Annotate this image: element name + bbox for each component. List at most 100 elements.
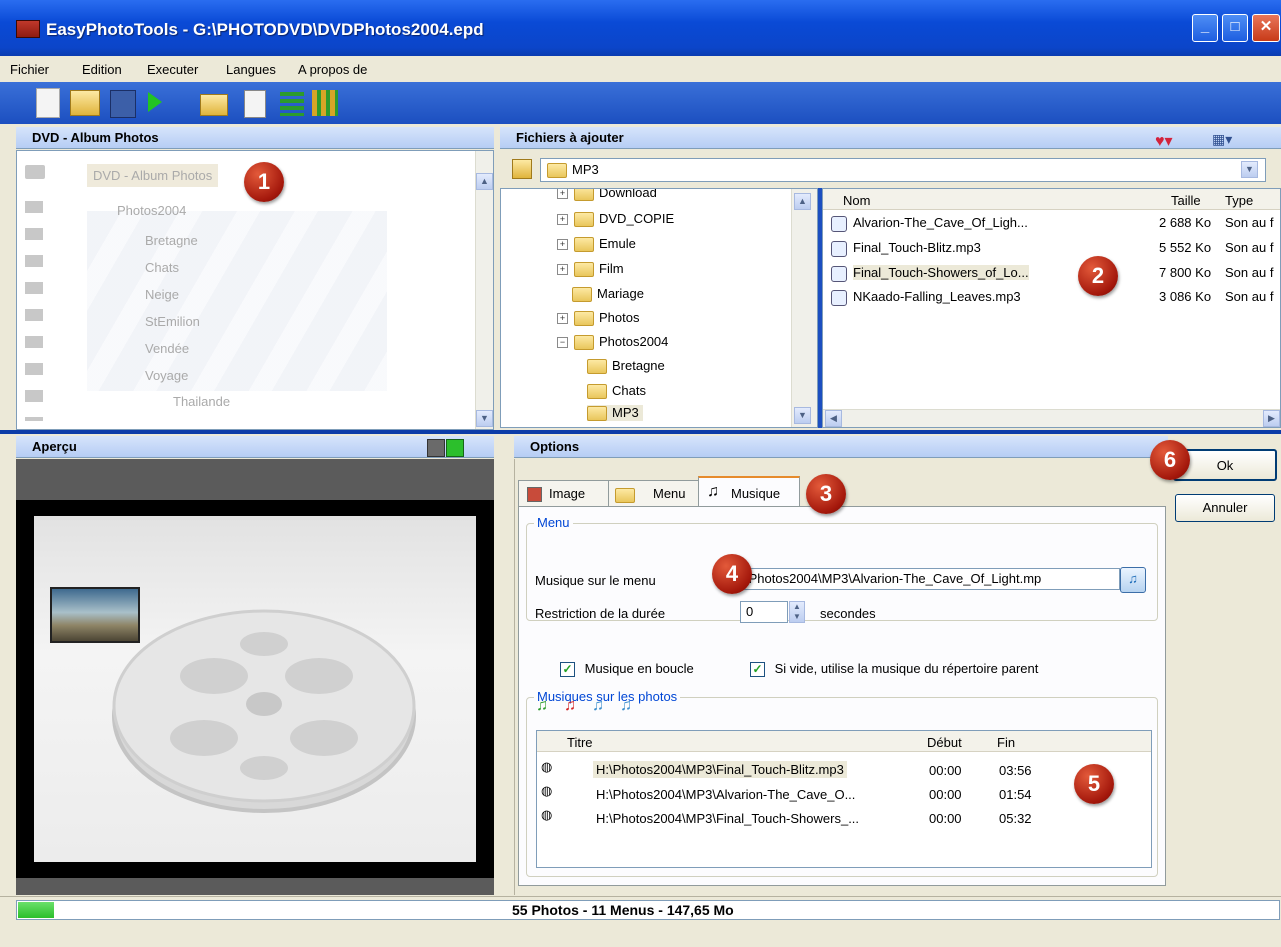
tree-item-chats[interactable]: Chats [145,260,179,275]
menu-group-label: Menu [534,515,573,530]
path-combobox[interactable]: MP3 [540,158,1266,182]
col-type[interactable]: Type [1225,193,1253,208]
file-list-header [823,189,1280,210]
music-row-end: 05:32 [999,811,1032,826]
folder-chats[interactable]: Chats [587,383,646,400]
col-fin[interactable]: Fin [997,735,1015,750]
new-file-icon[interactable] [36,88,60,118]
music-row-title[interactable]: H:\Photos2004\MP3\Final_Touch-Blitz.mp3 [593,761,847,778]
horizontal-splitter[interactable] [0,430,1281,434]
album-tree-scrollbar[interactable] [475,151,493,429]
minimize-button[interactable]: _ [1192,14,1218,42]
preview-green-icon[interactable] [446,439,464,457]
col-taille[interactable]: Taille [1171,193,1201,208]
path-dropdown-icon[interactable]: ▼ [1241,161,1258,178]
music-row-title[interactable]: H:\Photos2004\MP3\Alvarion-The_Cave_O... [596,787,855,802]
folder-film[interactable]: + Film [557,261,624,278]
folder-mp3[interactable]: MP3 [587,405,643,422]
audio-file-icon [831,289,847,306]
scroll-up-icon[interactable]: ▲ [794,193,811,210]
tab-menu[interactable]: Menu [608,480,700,507]
tab-image[interactable]: Image [518,480,610,507]
sort-list-icon[interactable] [280,92,304,116]
options-gutter [496,434,512,896]
file-row[interactable]: Final_Touch-Showers_of_Lo... [831,265,1029,282]
folder-tree-scrollbar[interactable] [791,189,817,427]
badge-1: 1 [244,162,284,202]
col-nom[interactable]: Nom [843,193,870,208]
menu-executer[interactable]: Executer [147,62,198,77]
photos-music-label: Musiques sur les photos [534,689,681,704]
music-row-title[interactable]: H:\Photos2004\MP3\Final_Touch-Showers_..… [596,811,859,826]
music-row-end: 03:56 [999,763,1032,778]
parent-music-checkbox[interactable]: ✓ Si vide, utilise la musique du réperto… [750,661,1038,678]
scroll-left-icon[interactable]: ◀ [825,410,842,427]
file-list-hscrollbar[interactable] [823,409,1280,427]
menu-edition[interactable]: Edition [82,62,122,77]
folder-emule[interactable]: + Emule [557,236,636,253]
browse-music-icon[interactable]: ♫ [1120,567,1146,593]
folder-mariage[interactable]: Mariage [572,286,644,303]
menu-music-field[interactable]: \Photos2004\MP3\Alvarion-The_Cave_Of_Lig… [740,568,1120,590]
menu-langues[interactable]: Langues [226,62,276,77]
remove-music-icon[interactable]: ♫ [564,697,576,715]
scroll-up-icon[interactable]: ▲ [476,173,493,190]
maximize-button[interactable]: □ [1222,14,1248,42]
favorites-heart-icon[interactable]: ♥▾ [1155,131,1173,151]
tree-item-photos2004[interactable]: Photos2004 [117,203,186,218]
film-watermark [87,211,387,391]
view-mode-icon[interactable]: ▦▾ [1212,131,1232,148]
restriction-spinner[interactable]: ▲ ▼ [789,601,805,623]
preview-gray-icon[interactable] [427,439,445,457]
dvd-icon [25,165,45,179]
file-size: 7 800 Ko [1159,265,1212,280]
export-folder-icon[interactable] [200,94,228,116]
tab-musique[interactable]: ♫ Musique [698,476,800,508]
add-music-icon[interactable]: ♫ [536,697,548,715]
folder-bretagne[interactable]: Bretagne [587,358,665,375]
app-icon [16,20,40,38]
file-row[interactable]: Alvarion-The_Cave_Of_Ligh... [831,215,1028,232]
tree-item-bretagne[interactable]: Bretagne [145,233,198,248]
menu-apropos[interactable]: A propos de [298,62,367,77]
tree-item-neige[interactable]: Neige [145,287,179,302]
scroll-down-icon[interactable]: ▼ [476,410,493,427]
menu-fichier[interactable]: Fichier [10,62,49,77]
tree-item-vendee[interactable]: Vendée [145,341,189,356]
disc-icon: ◍ [541,759,553,774]
move-up-music-icon[interactable]: ♫ [592,697,604,715]
col-titre[interactable]: Titre [567,735,593,750]
folder-up-icon[interactable] [512,159,532,179]
loop-checkbox[interactable]: ✓ Musique en boucle [560,661,694,678]
seconds-label: secondes [820,606,876,621]
file-row[interactable]: Final_Touch-Blitz.mp3 [831,240,981,257]
scroll-right-icon[interactable]: ▶ [1263,410,1280,427]
badge-2: 2 [1078,256,1118,296]
tree-item-voyage[interactable]: Voyage [145,368,188,383]
col-debut[interactable]: Début [927,735,962,750]
window-title: EasyPhotoTools - G:\PHOTODVD\DVDPhotos20… [46,20,484,39]
folder-photos2004[interactable]: − Photos2004 [557,334,668,351]
tree-structure-icon[interactable] [312,90,338,116]
tree-item-stemilion[interactable]: StEmilion [145,314,200,329]
delete-file-icon[interactable] [244,90,266,118]
save-icon[interactable] [110,90,136,118]
preview-image [34,516,476,862]
move-down-music-icon[interactable]: ♫ [620,697,632,715]
music-row-start: 00:00 [929,787,962,802]
tree-item-root[interactable]: DVD - Album Photos [87,164,219,187]
close-button[interactable]: ✕ [1252,14,1280,42]
open-folder-icon[interactable] [70,90,100,116]
file-list-panel: Nom Taille Type Alvarion-The_Cave_Of_Lig… [822,188,1281,428]
image-icon [527,487,542,502]
tree-item-thailande[interactable]: Thailande [173,394,230,409]
cancel-button[interactable]: Annuler [1175,494,1275,522]
restriction-input[interactable]: 0 [740,601,788,623]
folder-dvd-copie[interactable]: + DVD_COPIE [557,211,674,228]
folder-photos[interactable]: + Photos [557,310,639,327]
scroll-down-icon[interactable]: ▼ [794,407,811,424]
music-list-header [537,731,1151,752]
run-icon[interactable] [148,92,162,112]
folder-download[interactable]: + Download [557,189,657,202]
file-row[interactable]: NKaado-Falling_Leaves.mp3 [831,289,1021,306]
